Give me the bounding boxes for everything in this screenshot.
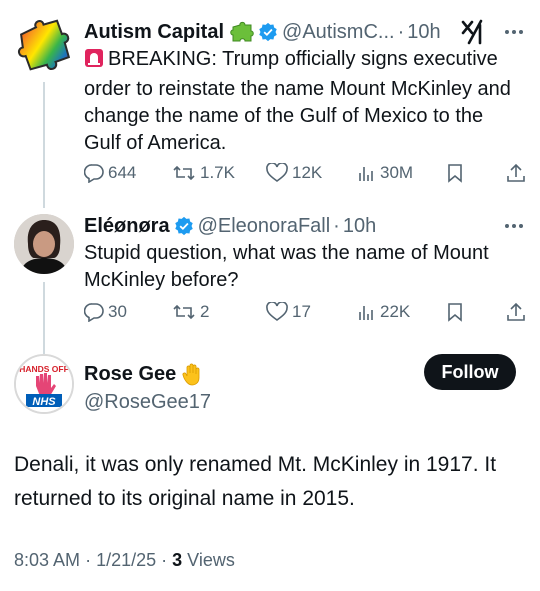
share-icon xyxy=(507,302,525,321)
avatar[interactable] xyxy=(14,214,74,274)
main-tweet-text: Denali, it was only renamed Mt. McKinley… xyxy=(14,453,497,510)
reply-count: 30 xyxy=(108,302,127,321)
like-count: 17 xyxy=(292,302,311,321)
retweet-button[interactable]: 2 xyxy=(172,302,209,322)
avatar[interactable]: HANDS OFF NHS xyxy=(14,354,74,414)
separator-dot: · xyxy=(397,20,405,43)
separator-dot: · xyxy=(85,550,97,570)
handle[interactable]: @AutismC... xyxy=(282,21,395,44)
puzzle-piece-avatar-icon xyxy=(17,19,71,71)
grok-icon[interactable] xyxy=(460,19,486,45)
tweet-metadata: 8:03 AM · 1/21/25 · 3 Views xyxy=(14,550,235,571)
retweet-icon xyxy=(173,304,195,320)
share-button[interactable] xyxy=(506,302,530,322)
views-count: 22K xyxy=(380,302,411,321)
tweet-text: BREAKING: Trump officially signs executi… xyxy=(84,46,524,157)
puzzle-emoji-icon xyxy=(230,21,254,43)
reply-button[interactable]: 30 xyxy=(84,302,127,322)
like-button[interactable]: 12K xyxy=(266,163,322,183)
handle[interactable]: @RoseGee17 xyxy=(84,388,211,416)
person-photo-icon xyxy=(14,214,74,274)
main-author: Rose Gee @RoseGee17 xyxy=(84,360,211,416)
raised-hand-emoji-icon xyxy=(182,362,204,386)
more-options-icon[interactable] xyxy=(504,29,524,35)
views-chart-icon xyxy=(359,167,373,181)
display-name[interactable]: Rose Gee xyxy=(84,363,176,386)
share-button[interactable] xyxy=(506,163,530,183)
timestamp[interactable]: 10h xyxy=(343,215,376,238)
tweet-text: Stupid question, what was the name of Mo… xyxy=(84,242,489,291)
tweet-text-content: BREAKING: Trump officially signs executi… xyxy=(84,48,511,154)
display-name[interactable]: Eléønøra xyxy=(84,215,170,238)
heart-icon xyxy=(266,302,288,321)
reply-button[interactable]: 644 xyxy=(84,163,136,183)
avatar-text-bottom: NHS xyxy=(32,396,56,408)
retweet-count: 1.7K xyxy=(200,163,235,182)
bookmark-button[interactable] xyxy=(446,302,468,322)
handle[interactable]: @EleonoraFall xyxy=(198,215,331,238)
retweet-button[interactable]: 1.7K xyxy=(172,163,235,183)
tweet-autism-capital[interactable]: Autism Capital @AutismC... · 10h BREAKIN… xyxy=(0,0,540,200)
views-label: Views xyxy=(187,550,235,570)
views-button[interactable]: 22K xyxy=(356,302,410,322)
avatar-text-top: HANDS OFF xyxy=(19,364,69,374)
share-icon xyxy=(507,163,525,182)
siren-emoji-icon xyxy=(84,48,104,76)
reply-count: 644 xyxy=(108,163,137,182)
hands-off-nhs-avatar-icon: HANDS OFF NHS xyxy=(16,356,72,412)
timestamp[interactable]: 10h xyxy=(407,21,440,44)
views-count: 3 xyxy=(172,550,183,570)
verified-badge-icon xyxy=(258,22,278,42)
bookmark-icon xyxy=(448,303,462,322)
like-count: 12K xyxy=(292,163,323,182)
separator-dot: · xyxy=(161,550,173,570)
tweet-date[interactable]: 1/21/25 xyxy=(96,550,156,570)
bookmark-icon xyxy=(448,164,462,183)
display-name[interactable]: Autism Capital xyxy=(84,21,224,44)
bookmark-button[interactable] xyxy=(446,163,468,183)
retweet-icon xyxy=(173,165,195,181)
views-button[interactable]: 30M xyxy=(356,163,413,183)
separator-dot: · xyxy=(333,214,340,237)
reply-icon xyxy=(84,164,104,183)
reply-icon xyxy=(84,303,104,322)
like-button[interactable]: 17 xyxy=(266,302,311,322)
heart-icon xyxy=(266,163,288,182)
tweet-eleonora[interactable]: Eléønøra @EleonoraFall · 10h Stupid ques… xyxy=(0,200,540,340)
views-chart-icon xyxy=(359,306,373,320)
verified-badge-icon xyxy=(174,216,194,236)
more-options-icon[interactable] xyxy=(504,223,524,229)
avatar[interactable] xyxy=(14,16,74,76)
views-count: 30M xyxy=(380,163,414,182)
retweet-count: 2 xyxy=(200,302,210,321)
follow-button[interactable]: Follow xyxy=(424,354,516,390)
tweet-time[interactable]: 8:03 AM xyxy=(14,550,80,570)
